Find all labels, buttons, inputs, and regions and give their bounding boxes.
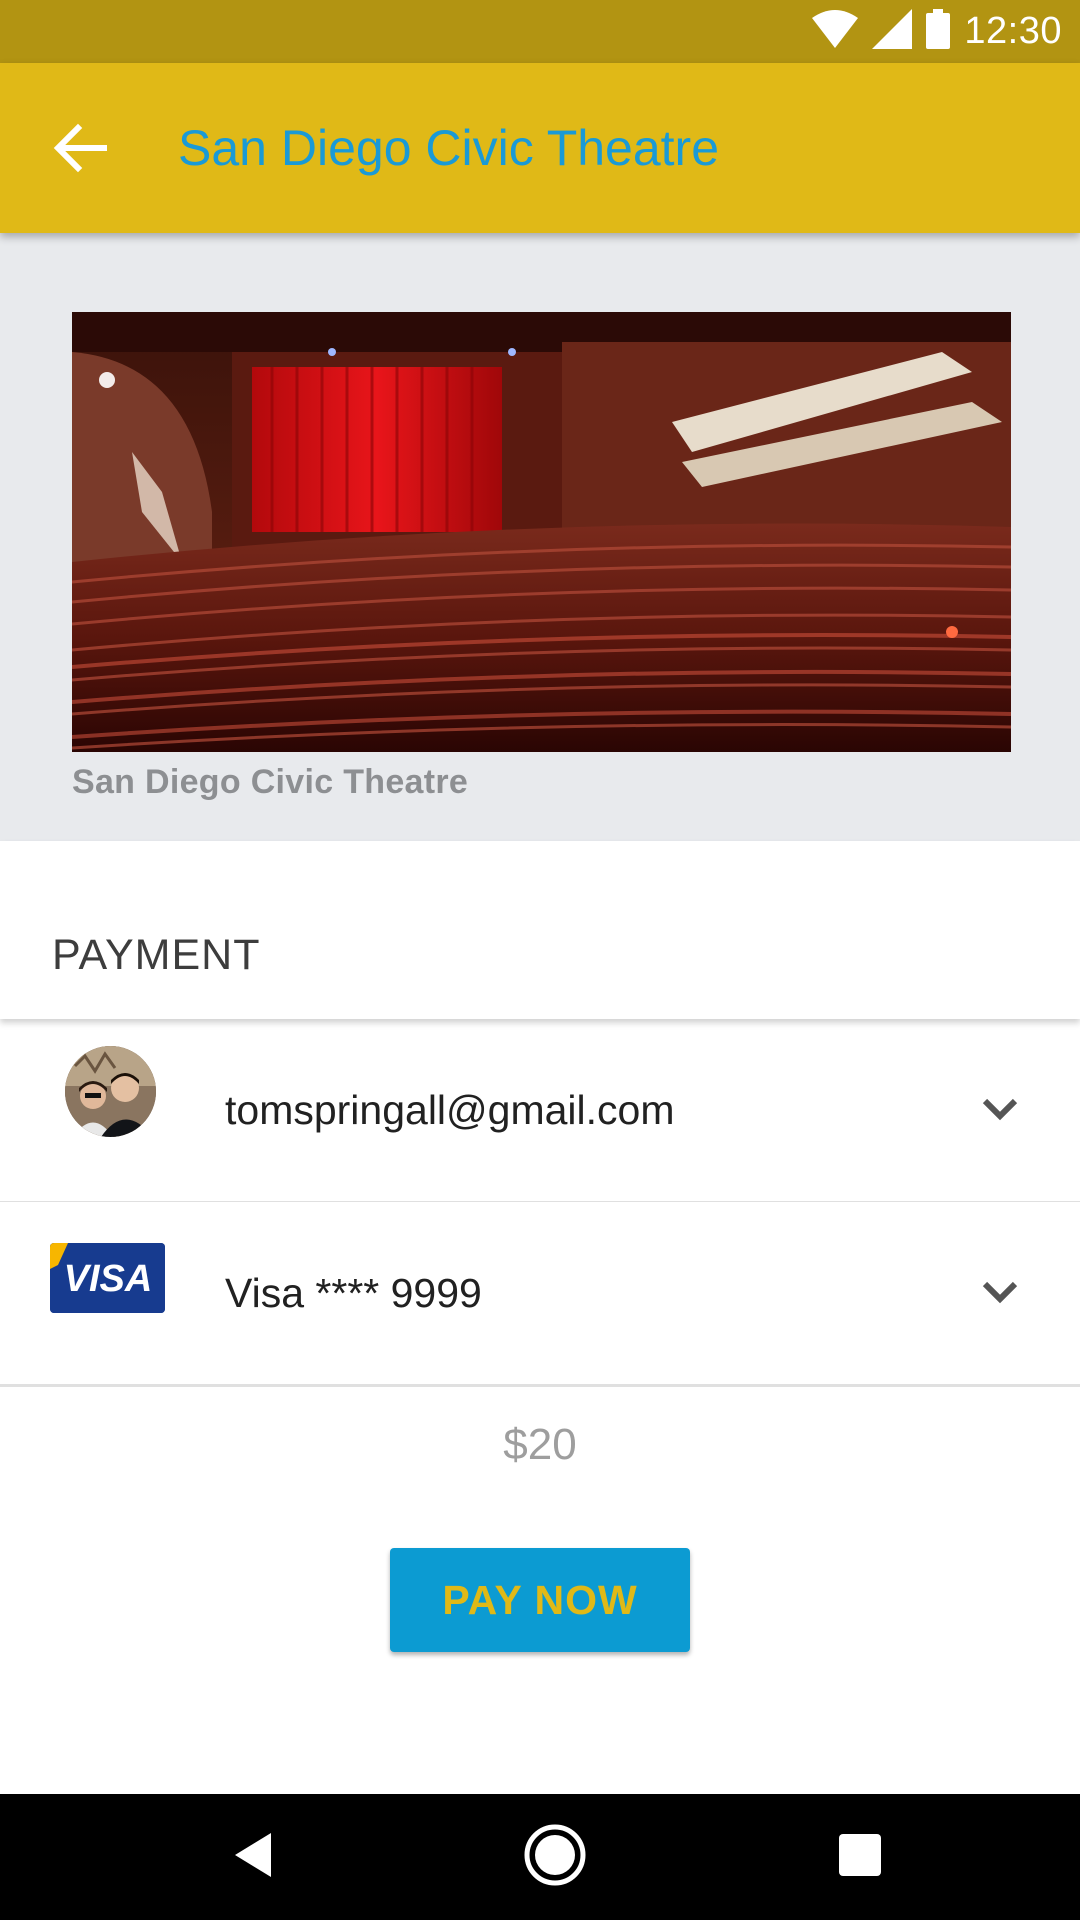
nav-recents-icon <box>837 1832 883 1883</box>
image-caption: San Diego Civic Theatre <box>72 763 469 801</box>
battery-icon <box>926 9 951 54</box>
pay-now-button[interactable]: PAY NOW <box>390 1548 690 1652</box>
visa-logo-text: VISA <box>64 1258 153 1300</box>
theatre-photo <box>72 312 1011 752</box>
chevron-down-icon[interactable] <box>980 1093 1020 1125</box>
nav-home-button[interactable] <box>515 1817 595 1897</box>
status-time: 12:30 <box>964 10 1062 52</box>
status-bar: 12:30 <box>0 0 1080 63</box>
screen: 12:30 San Diego Civic Theatre San Diego … <box>0 0 1080 1920</box>
status-icons: 12:30 <box>812 0 1062 63</box>
back-button[interactable] <box>40 110 120 190</box>
page-title: San Diego Civic Theatre <box>178 120 720 176</box>
price-amount: $20 <box>503 1420 577 1469</box>
system-nav-bar <box>0 1794 1080 1920</box>
payment-title: PAYMENT <box>52 931 261 979</box>
account-selector[interactable]: tomspringall@gmail.com <box>0 1019 1080 1204</box>
account-email: tomspringall@gmail.com <box>225 1087 675 1133</box>
card-selector[interactable]: VISA Visa **** 9999 <box>0 1202 1080 1387</box>
nav-back-icon <box>231 1831 275 1884</box>
wifi-icon <box>812 10 859 53</box>
payment-section-header: PAYMENT <box>0 841 1080 1019</box>
visa-logo: VISA <box>50 1243 165 1313</box>
arrow-back-icon <box>52 120 108 181</box>
nav-recents-button[interactable] <box>820 1817 900 1897</box>
card-label: Visa **** 9999 <box>225 1270 482 1316</box>
app-bar: San Diego Civic Theatre <box>0 63 1080 233</box>
avatar <box>65 1046 156 1137</box>
nav-back-button[interactable] <box>213 1817 293 1897</box>
nav-home-icon <box>523 1823 587 1892</box>
hero-section: San Diego Civic Theatre <box>0 233 1080 841</box>
chevron-down-icon[interactable] <box>980 1276 1020 1308</box>
cell-signal-icon <box>872 9 913 54</box>
